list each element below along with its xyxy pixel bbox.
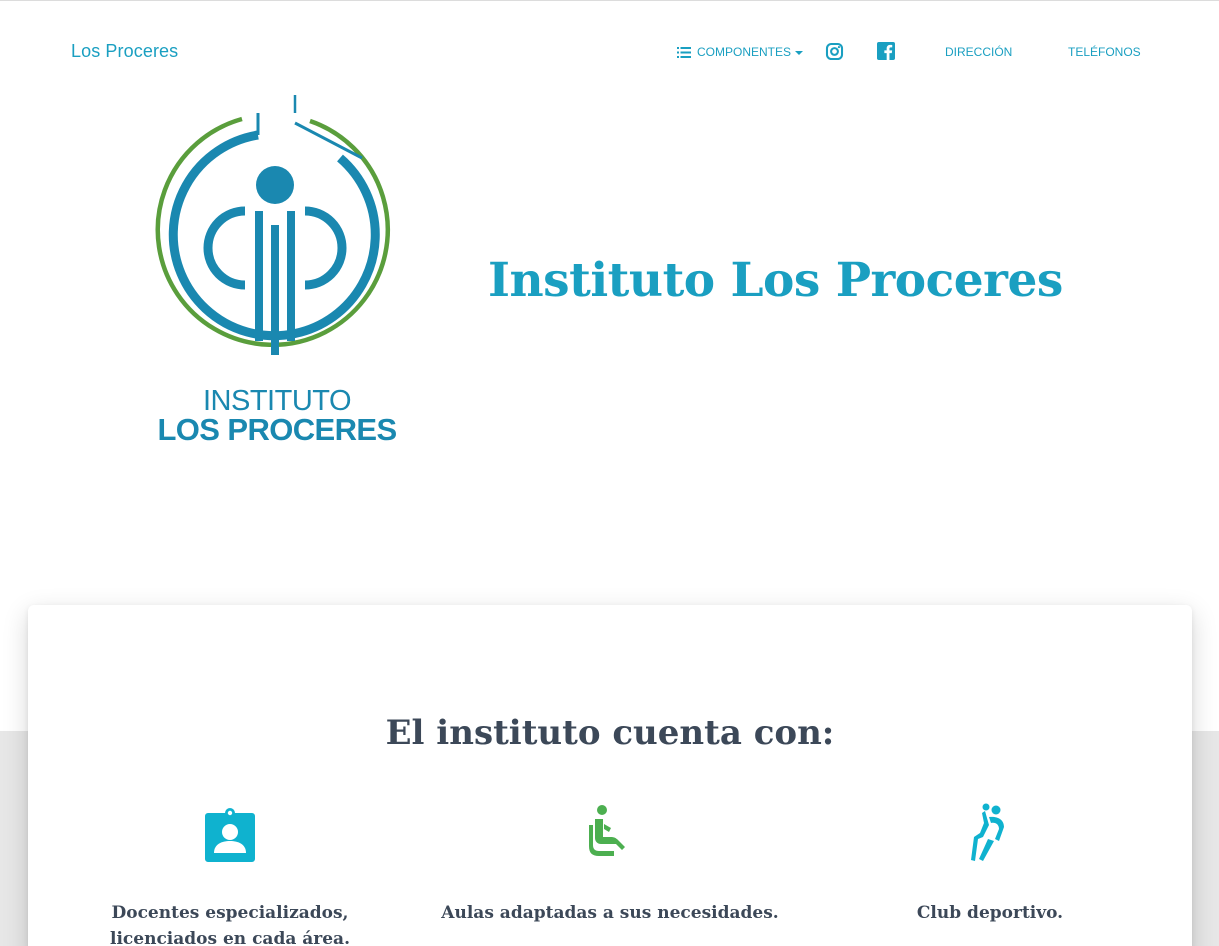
nav-componentes-dropdown[interactable]: Componentes (677, 41, 804, 63)
features-title: El instituto cuenta con: (385, 713, 835, 753)
sports-handball-icon (971, 803, 1004, 861)
institute-logo: INSTITUTO LOS PROCERES (155, 95, 397, 447)
list-icon (677, 46, 691, 58)
facebook-icon (877, 42, 895, 60)
nav-componentes-label: Componentes (697, 45, 792, 59)
nav-telefonos-link[interactable]: Teléfonos (1068, 41, 1141, 63)
feature-aulas-text: Aulas adaptadas a sus necesidades. (441, 903, 779, 923)
navbar-menu: Componentes Dirección Teléfonos (0, 41, 1219, 65)
page: Los Proceres Componentes (0, 0, 1219, 946)
feature-club: Club deportivo. (818, 801, 1162, 926)
nav-facebook-link[interactable] (877, 40, 895, 62)
feature-docentes-text: Docentes especializados, licenciados en … (110, 903, 350, 946)
instagram-icon (825, 42, 844, 60)
nav-direccion-link[interactable]: Dirección (945, 41, 1012, 63)
hero-title: Instituto Los Proceres (488, 253, 1063, 308)
feature-club-text: Club deportivo. (916, 903, 1064, 923)
logo-text-line2: LOS PROCERES (157, 412, 396, 447)
feature-aulas: Aulas adaptadas a sus necesidades. (438, 801, 782, 926)
clipboard-account-icon (205, 808, 255, 862)
caret-down-icon (795, 50, 804, 55)
features-card: El instituto cuenta con: Docentes especi… (28, 605, 1192, 946)
nav-instagram-link[interactable] (825, 40, 844, 62)
feature-docentes: Docentes especializados, licenciados en … (58, 801, 402, 946)
accessible-seat-icon (589, 805, 625, 856)
